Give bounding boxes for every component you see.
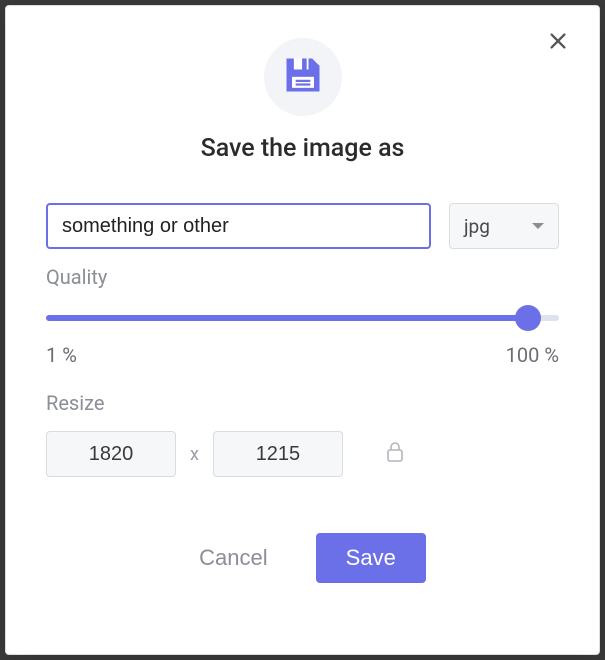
resize-separator: x xyxy=(190,444,199,465)
resize-width-input[interactable] xyxy=(46,431,176,477)
cancel-button[interactable]: Cancel xyxy=(179,533,287,583)
quality-slider[interactable] xyxy=(46,305,559,331)
lock-icon xyxy=(385,440,405,468)
filename-row: jpg xyxy=(46,203,559,249)
save-button[interactable]: Save xyxy=(316,533,426,583)
filename-input[interactable] xyxy=(46,203,431,249)
save-icon-container xyxy=(264,38,342,116)
quality-min-label: 1 % xyxy=(46,343,77,367)
dialog-footer: Cancel Save xyxy=(46,533,559,583)
dialog-header: Save the image as xyxy=(46,38,559,203)
resize-label: Resize xyxy=(46,391,559,415)
save-image-dialog: Save the image as jpg Quality 1 % 100 % … xyxy=(5,5,600,655)
aspect-lock-toggle[interactable] xyxy=(385,440,405,468)
resize-height-input[interactable] xyxy=(213,431,343,477)
close-button[interactable] xyxy=(543,28,573,58)
format-selected-label: jpg xyxy=(464,215,490,238)
dialog-title: Save the image as xyxy=(201,134,405,163)
slider-fill xyxy=(46,315,528,321)
slider-thumb[interactable] xyxy=(515,305,541,331)
floppy-disk-icon xyxy=(281,53,325,101)
chevron-down-icon xyxy=(532,223,544,229)
quality-label: Quality xyxy=(46,265,559,289)
resize-row: x xyxy=(46,431,559,477)
format-select[interactable]: jpg xyxy=(449,203,559,249)
quality-max-label: 100 % xyxy=(506,343,559,367)
close-icon xyxy=(547,30,569,56)
quality-range-labels: 1 % 100 % xyxy=(46,343,559,367)
